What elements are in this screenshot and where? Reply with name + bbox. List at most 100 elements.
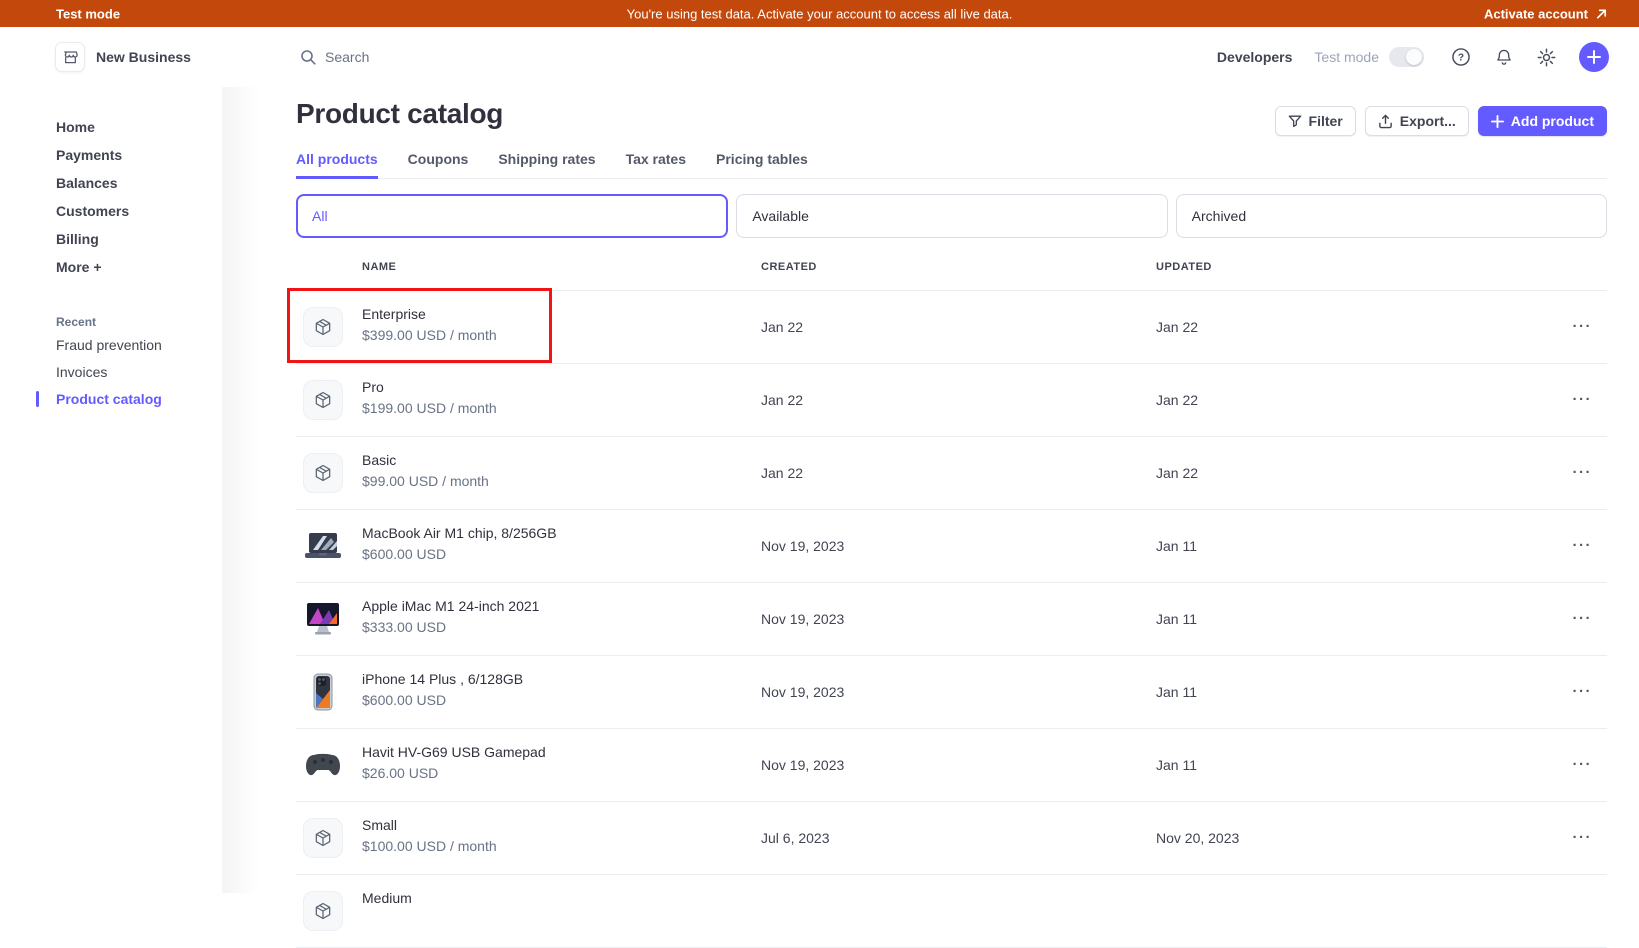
column-header-updated: UPDATED: [1156, 261, 1212, 273]
page-title: Product catalog: [296, 98, 504, 129]
test-mode-toggle-label: Test mode: [1314, 49, 1379, 65]
updated-date: Jan 22: [1156, 465, 1199, 481]
product-price: $600.00 USD: [362, 692, 447, 708]
table-row-enterprise[interactable]: Enterprise $399.00 USD / month Jan 22 Ja…: [287, 288, 1607, 364]
row-overflow-menu[interactable]: ···: [1573, 611, 1593, 626]
package-icon: [303, 891, 343, 931]
row-overflow-menu[interactable]: ···: [1573, 392, 1593, 407]
business-switcher[interactable]: New Business: [55, 42, 191, 72]
row-overflow-menu[interactable]: ···: [1573, 538, 1593, 553]
created-date: Jan 22: [761, 465, 804, 481]
create-menu-button[interactable]: [1579, 42, 1609, 72]
sidebar-item-balances[interactable]: Balances: [0, 169, 250, 197]
sidebar-item-billing[interactable]: Billing: [0, 225, 250, 253]
imac-photo: [303, 599, 343, 639]
search-input[interactable]: Search: [300, 49, 369, 65]
product-price: $199.00 USD / month: [362, 400, 497, 416]
table-row-small[interactable]: Small $100.00 USD / month Jul 6, 2023 No…: [296, 802, 1607, 875]
business-name: New Business: [96, 49, 191, 65]
tab-coupons[interactable]: Coupons: [408, 151, 469, 179]
created-date: Jul 6, 2023: [761, 830, 830, 846]
export-button[interactable]: Export...: [1364, 106, 1469, 136]
row-overflow-menu[interactable]: ···: [1573, 684, 1593, 699]
created-date: Jan 22: [761, 319, 804, 335]
created-date: Jan 22: [761, 392, 804, 408]
main-content: Product catalog Filter Export... Add pro…: [287, 87, 1607, 948]
sidebar-nav: Home Payments Balances Customers Billing More…: [0, 87, 250, 281]
sidebar-recent: Fraud prevention Invoices Product catalog: [0, 331, 250, 412]
column-header-name: NAME: [362, 261, 397, 273]
help-icon[interactable]: ?: [1450, 46, 1472, 68]
test-mode-banner: Test mode You're using test data. Activa…: [0, 0, 1639, 27]
tab-shipping-rates[interactable]: Shipping rates: [498, 151, 595, 179]
row-overflow-menu[interactable]: ···: [1573, 830, 1593, 845]
product-name: Small: [362, 817, 398, 833]
sidebar-item-more[interactable]: More +: [0, 253, 250, 281]
product-name: Apple iMac M1 24-inch 2021: [362, 598, 540, 614]
updated-date: Jan 11: [1156, 684, 1197, 700]
sidebar-recent-item-fraud-prevention[interactable]: Fraud prevention: [0, 331, 250, 358]
toggle-knob: [1406, 49, 1422, 65]
updated-date: Jan 11: [1156, 538, 1197, 554]
storefront-icon: [55, 42, 85, 72]
filter-icon: [1288, 115, 1301, 128]
svg-text:?: ?: [1458, 53, 1464, 64]
status-segments: All Available Archived: [296, 194, 1607, 238]
activate-account-label: Activate account: [1483, 6, 1588, 21]
banner-message: You're using test data. Activate your ac…: [626, 6, 1013, 21]
package-icon: [303, 453, 343, 493]
developers-link[interactable]: Developers: [1217, 49, 1292, 65]
product-price: $100.00 USD / month: [362, 838, 497, 854]
product-price: [362, 910, 412, 928]
sidebar-recent-item-product-catalog[interactable]: Product catalog: [0, 385, 250, 412]
table-body: Enterprise $399.00 USD / month Jan 22 Ja…: [287, 288, 1607, 948]
activate-account-button[interactable]: Activate account: [1484, 6, 1608, 21]
sidebar-item-customers[interactable]: Customers: [0, 197, 250, 225]
table-row-medium[interactable]: Medium: [296, 875, 1607, 948]
filter-button[interactable]: Filter: [1274, 106, 1356, 136]
test-mode-toggle[interactable]: [1389, 47, 1424, 67]
settings-icon[interactable]: [1536, 47, 1557, 68]
export-icon: [1378, 114, 1392, 128]
notifications-icon[interactable]: [1494, 47, 1514, 68]
table-row-basic[interactable]: Basic $99.00 USD / month Jan 22 Jan 22 ·…: [296, 437, 1607, 510]
row-overflow-menu[interactable]: ···: [1573, 319, 1593, 334]
products-table: NAME CREATED UPDATED Enterprise $399.00 …: [287, 252, 1607, 948]
table-row-apple-imac-m1-24-inch-2021[interactable]: Apple iMac M1 24-inch 2021 $333.00 USD N…: [296, 583, 1607, 656]
plus-icon: [1587, 50, 1601, 64]
sidebar-item-payments[interactable]: Payments: [0, 141, 250, 169]
row-overflow-menu[interactable]: ···: [1573, 465, 1593, 480]
sidebar-recent-item-invoices[interactable]: Invoices: [0, 358, 250, 385]
product-name: Enterprise: [362, 306, 426, 322]
updated-date: Jan 11: [1156, 757, 1197, 773]
segment-archived[interactable]: Archived: [1175, 194, 1607, 238]
package-icon: [303, 818, 343, 858]
table-row-iphone-14-plus-6-128gb[interactable]: iPhone 14 Plus , 6/128GB $600.00 USD Nov…: [296, 656, 1607, 729]
tab-tax-rates[interactable]: Tax rates: [626, 151, 686, 179]
plus-icon: [1490, 114, 1504, 128]
sidebar-item-home[interactable]: Home: [0, 113, 250, 141]
table-row-havit-hv-g69-usb-gamepad[interactable]: Havit HV-G69 USB Gamepad $26.00 USD Nov …: [296, 729, 1607, 802]
product-name: Basic: [362, 452, 397, 468]
table-row-macbook-air-m1-chip-8-256gb[interactable]: MacBook Air M1 chip, 8/256GB $600.00 USD…: [296, 510, 1607, 583]
product-name: Havit HV-G69 USB Gamepad: [362, 744, 546, 760]
product-name: MacBook Air M1 chip, 8/256GB: [362, 525, 557, 541]
created-date: Nov 19, 2023: [761, 538, 845, 554]
tab-all-products[interactable]: All products: [296, 151, 378, 179]
search-icon: [301, 50, 316, 65]
segment-all[interactable]: All: [296, 194, 729, 238]
product-price: $26.00 USD: [362, 765, 439, 781]
created-date: Nov 19, 2023: [761, 757, 845, 773]
segment-available[interactable]: Available: [736, 194, 1168, 238]
iphone-photo: [303, 672, 343, 712]
row-overflow-menu[interactable]: ···: [1573, 757, 1593, 772]
tab-pricing-tables[interactable]: Pricing tables: [716, 151, 808, 179]
table-row-pro[interactable]: Pro $199.00 USD / month Jan 22 Jan 22 ··…: [296, 364, 1607, 437]
catalog-tabs: All products Coupons Shipping rates Tax rat…: [296, 151, 1607, 179]
top-header: New Business Search Developers Test mode…: [0, 27, 1639, 87]
add-product-button[interactable]: Add product: [1477, 106, 1607, 136]
package-icon: [303, 380, 343, 420]
search-placeholder: Search: [325, 49, 370, 65]
arrow-up-right-icon: [1596, 8, 1607, 19]
active-indicator-bar: [36, 390, 39, 407]
